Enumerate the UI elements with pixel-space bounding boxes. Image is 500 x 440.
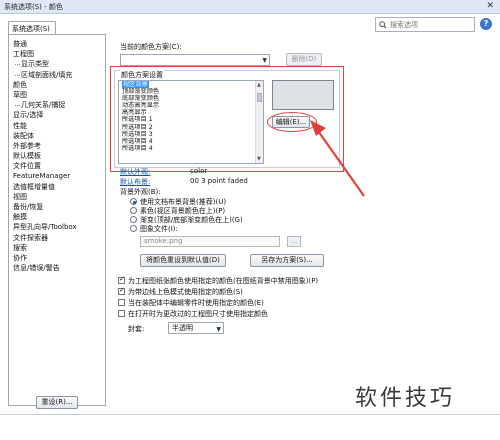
default-scene-link[interactable]: 默认布景:: [120, 177, 150, 187]
tree-item[interactable]: 文件位置: [9, 161, 105, 171]
checkbox-label: 为工程图纸张颜色使用指定的颜色(在图纸背景中禁用图象)(P): [128, 277, 319, 285]
tree-item-label: 颜色: [13, 80, 27, 89]
checkbox[interactable]: [118, 299, 125, 306]
checkbox-label: 为带边线上色模式使用指定的颜色(S): [128, 288, 243, 296]
tree-item-label: 文件探索器: [13, 233, 48, 242]
tree-item-label: 显示类型: [21, 60, 49, 69]
radio-button[interactable]: [130, 207, 137, 214]
search-icon: [379, 21, 387, 29]
checkbox-label: 当在装配体中编辑零件时使用指定的颜色(E): [128, 299, 264, 307]
tree-item[interactable]: 选值框增量值: [9, 182, 105, 192]
tree-item-label: 搜索: [13, 243, 27, 252]
checkbox[interactable]: [118, 286, 125, 295]
tree-item-label: 选值框增量值: [13, 182, 55, 191]
tree-item[interactable]: 视图: [9, 192, 105, 202]
tree-item[interactable]: 装配体: [9, 131, 105, 141]
save-as-scheme-button[interactable]: 另存为方案(S)...: [250, 254, 324, 267]
tree-item-label: 协作: [13, 253, 27, 262]
default-appearance-link[interactable]: 默认外观:: [120, 167, 150, 177]
image-file-path[interactable]: smoke.png: [140, 236, 280, 247]
tree-item[interactable]: 工程图: [9, 49, 105, 59]
browse-button[interactable]: ...: [287, 236, 301, 247]
envelope-label: 封套:: [128, 325, 145, 333]
tree-item[interactable]: 异型孔向导/Toolbox: [9, 222, 105, 232]
delete-scheme-button[interactable]: 删除(D): [286, 53, 322, 66]
tree-item-label: 装配体: [13, 131, 34, 140]
tree-item-label: 几何关系/捕捉: [21, 101, 66, 110]
tree-item-label: 草图: [13, 90, 27, 99]
current-scheme-dropdown[interactable]: ▼: [120, 54, 270, 66]
tree-item[interactable]: 信息/错误/警告: [9, 263, 105, 273]
reset-button[interactable]: 重设(R)...: [36, 396, 78, 409]
help-icon[interactable]: ?: [480, 18, 492, 30]
annotation-arrow-icon: [310, 120, 365, 197]
radio-button[interactable]: [130, 225, 137, 232]
tree-item[interactable]: 搜索: [9, 243, 105, 253]
radio-label: 图象文件(I):: [140, 225, 178, 233]
window-title: 系统选项(S) - 颜色: [4, 3, 63, 11]
title-bar: 系统选项(S) - 颜色 ✕: [0, 0, 500, 14]
default-appearance-value: color: [190, 167, 208, 175]
radio-button[interactable]: [130, 198, 137, 205]
tree-item-label: 区域剖面线/填充: [21, 70, 73, 79]
envelope-value: 半透明: [172, 324, 193, 332]
radio-button[interactable]: [130, 216, 137, 223]
tree-item-label: 性能: [13, 121, 27, 130]
default-scene-value: 00 3 point faded: [190, 177, 248, 185]
tree-item-label: 外部参考: [13, 141, 41, 150]
tree-item[interactable]: 协作: [9, 253, 105, 263]
tree-item[interactable]: 备份/恢复: [9, 202, 105, 212]
current-scheme-label: 当前的颜色方案(C):: [120, 43, 182, 51]
background-appearance-label: 背景外观(B):: [120, 188, 161, 196]
tree-item-label: 显示/选择: [13, 111, 44, 120]
chevron-down-icon: ▼: [216, 326, 221, 333]
tree-item-label: 普通: [13, 40, 27, 48]
search-input[interactable]: [390, 19, 472, 30]
tree-item[interactable]: 普通: [9, 39, 105, 49]
search-box[interactable]: [375, 17, 475, 32]
tree-item-label: 文件位置: [13, 162, 41, 171]
tab-system-options[interactable]: 系统选项(S): [8, 21, 56, 34]
tree-item[interactable]: 默认模板: [9, 151, 105, 161]
checkbox-label: 在打开时为更改过的工程图尺寸使用指定颜色: [128, 310, 268, 318]
tree-item[interactable]: FeatureManager: [9, 171, 105, 181]
tree-item-label: 视图: [13, 192, 27, 201]
tree-item[interactable]: 性能: [9, 121, 105, 131]
tree-item[interactable]: 显示类型: [9, 59, 105, 69]
tree-item[interactable]: 显示/选择: [9, 110, 105, 120]
tree-item[interactable]: 区域剖面线/填充: [9, 70, 105, 80]
tree-item[interactable]: 触摸: [9, 212, 105, 222]
tree-item[interactable]: 文件探索器: [9, 233, 105, 243]
envelope-dropdown[interactable]: 半透明 ▼: [168, 322, 224, 334]
bottom-strip: [0, 414, 500, 440]
checkbox[interactable]: [118, 275, 125, 284]
close-icon[interactable]: ✕: [486, 1, 494, 11]
tree-item-label: 默认模板: [13, 152, 41, 161]
reset-colors-button[interactable]: 将颜色重设到默认值(D): [140, 254, 226, 267]
tree-item-label: 异型孔向导/Toolbox: [13, 223, 77, 232]
tree-item[interactable]: 几何关系/捕捉: [9, 100, 105, 110]
chevron-down-icon: ▼: [262, 57, 267, 64]
options-tree[interactable]: 普通工程图 显示类型 区域剖面线/填充 颜色 草图几何关系/捕捉 显示/选择 性能 装配体 外部…: [8, 34, 106, 406]
tree-item[interactable]: 外部参考: [9, 141, 105, 151]
tree-item[interactable]: 草图: [9, 90, 105, 100]
tree-item-label: FeatureManager: [13, 172, 71, 181]
tree-item-label: 工程图: [13, 50, 34, 59]
tree-item-label: 触摸: [13, 213, 27, 222]
tree-item[interactable]: 颜色: [9, 80, 105, 90]
tree-item-label: 备份/恢复: [13, 203, 44, 211]
tree-item-label: 信息/错误/警告: [13, 264, 60, 273]
checkbox[interactable]: [118, 310, 125, 317]
watermark-text: 软件技巧: [355, 386, 456, 411]
